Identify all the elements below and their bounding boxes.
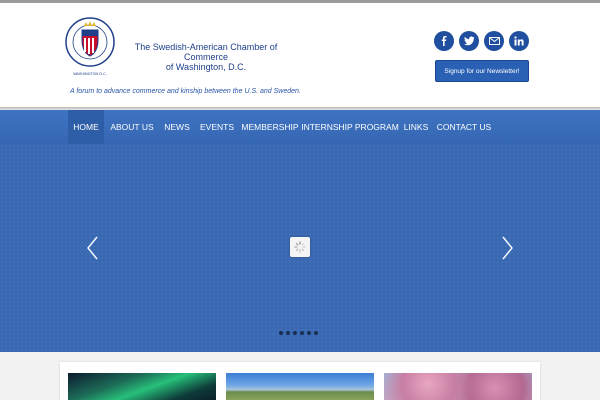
org-title-line-2: of Washington, D.C. — [165, 62, 247, 72]
nav-item-membership[interactable]: MEMBERSHIP — [241, 110, 299, 144]
slider-pagination — [279, 331, 318, 335]
nav-item-home[interactable]: HOME — [68, 110, 104, 144]
envelope-icon — [488, 37, 500, 45]
linkedin-button[interactable] — [509, 31, 529, 51]
svg-text:WASHINGTON D.C.: WASHINGTON D.C. — [73, 72, 107, 76]
spinner-icon — [294, 241, 306, 253]
twitter-button[interactable] — [459, 31, 479, 51]
slide-loading-indicator — [290, 237, 310, 257]
site-header: WASHINGTON D.C. The Swedish-American Cha… — [0, 3, 600, 107]
featured-image-cherry-blossoms[interactable] — [384, 373, 532, 400]
nav-item-events[interactable]: EVENTS — [197, 110, 237, 144]
featured-image-landscape[interactable] — [226, 373, 374, 400]
main-navigation: HOME ABOUT US NEWS EVENTS MEMBERSHIP INT… — [0, 110, 600, 144]
nav-item-news[interactable]: NEWS — [160, 110, 194, 144]
slider-next-arrow-icon[interactable] — [499, 235, 515, 261]
slider-dot-3[interactable] — [293, 331, 297, 335]
organization-title[interactable]: The Swedish-American Chamber of Commerce… — [117, 42, 295, 72]
slider-prev-arrow-icon[interactable] — [85, 235, 101, 261]
nav-item-internship-program[interactable]: INTERNSHIP PROGRAM — [301, 110, 399, 144]
hero-slider — [0, 144, 600, 352]
newsletter-signup-button[interactable]: Signup for our Newsletter! — [435, 60, 529, 82]
email-button[interactable] — [484, 31, 504, 51]
chamber-seal-logo[interactable]: WASHINGTON D.C. — [64, 16, 116, 80]
slider-dot-2[interactable] — [286, 331, 290, 335]
facebook-button[interactable] — [434, 31, 454, 51]
slider-dot-6[interactable] — [314, 331, 318, 335]
twitter-icon — [463, 36, 474, 46]
nav-item-about-us[interactable]: ABOUT US — [106, 110, 158, 144]
org-title-line-1: The Swedish-American Chamber of Commerce — [134, 42, 278, 62]
slider-dot-5[interactable] — [307, 331, 311, 335]
slider-dot-1[interactable] — [279, 331, 283, 335]
slider-dot-4[interactable] — [300, 331, 304, 335]
linkedin-icon — [514, 36, 524, 46]
facebook-icon — [441, 36, 447, 46]
nav-item-links[interactable]: LINKS — [400, 110, 432, 144]
nav-item-contact-us[interactable]: CONTACT US — [435, 110, 493, 144]
featured-image-aurora[interactable] — [68, 373, 216, 400]
tagline: A forum to advance commerce and kinship … — [70, 88, 301, 95]
